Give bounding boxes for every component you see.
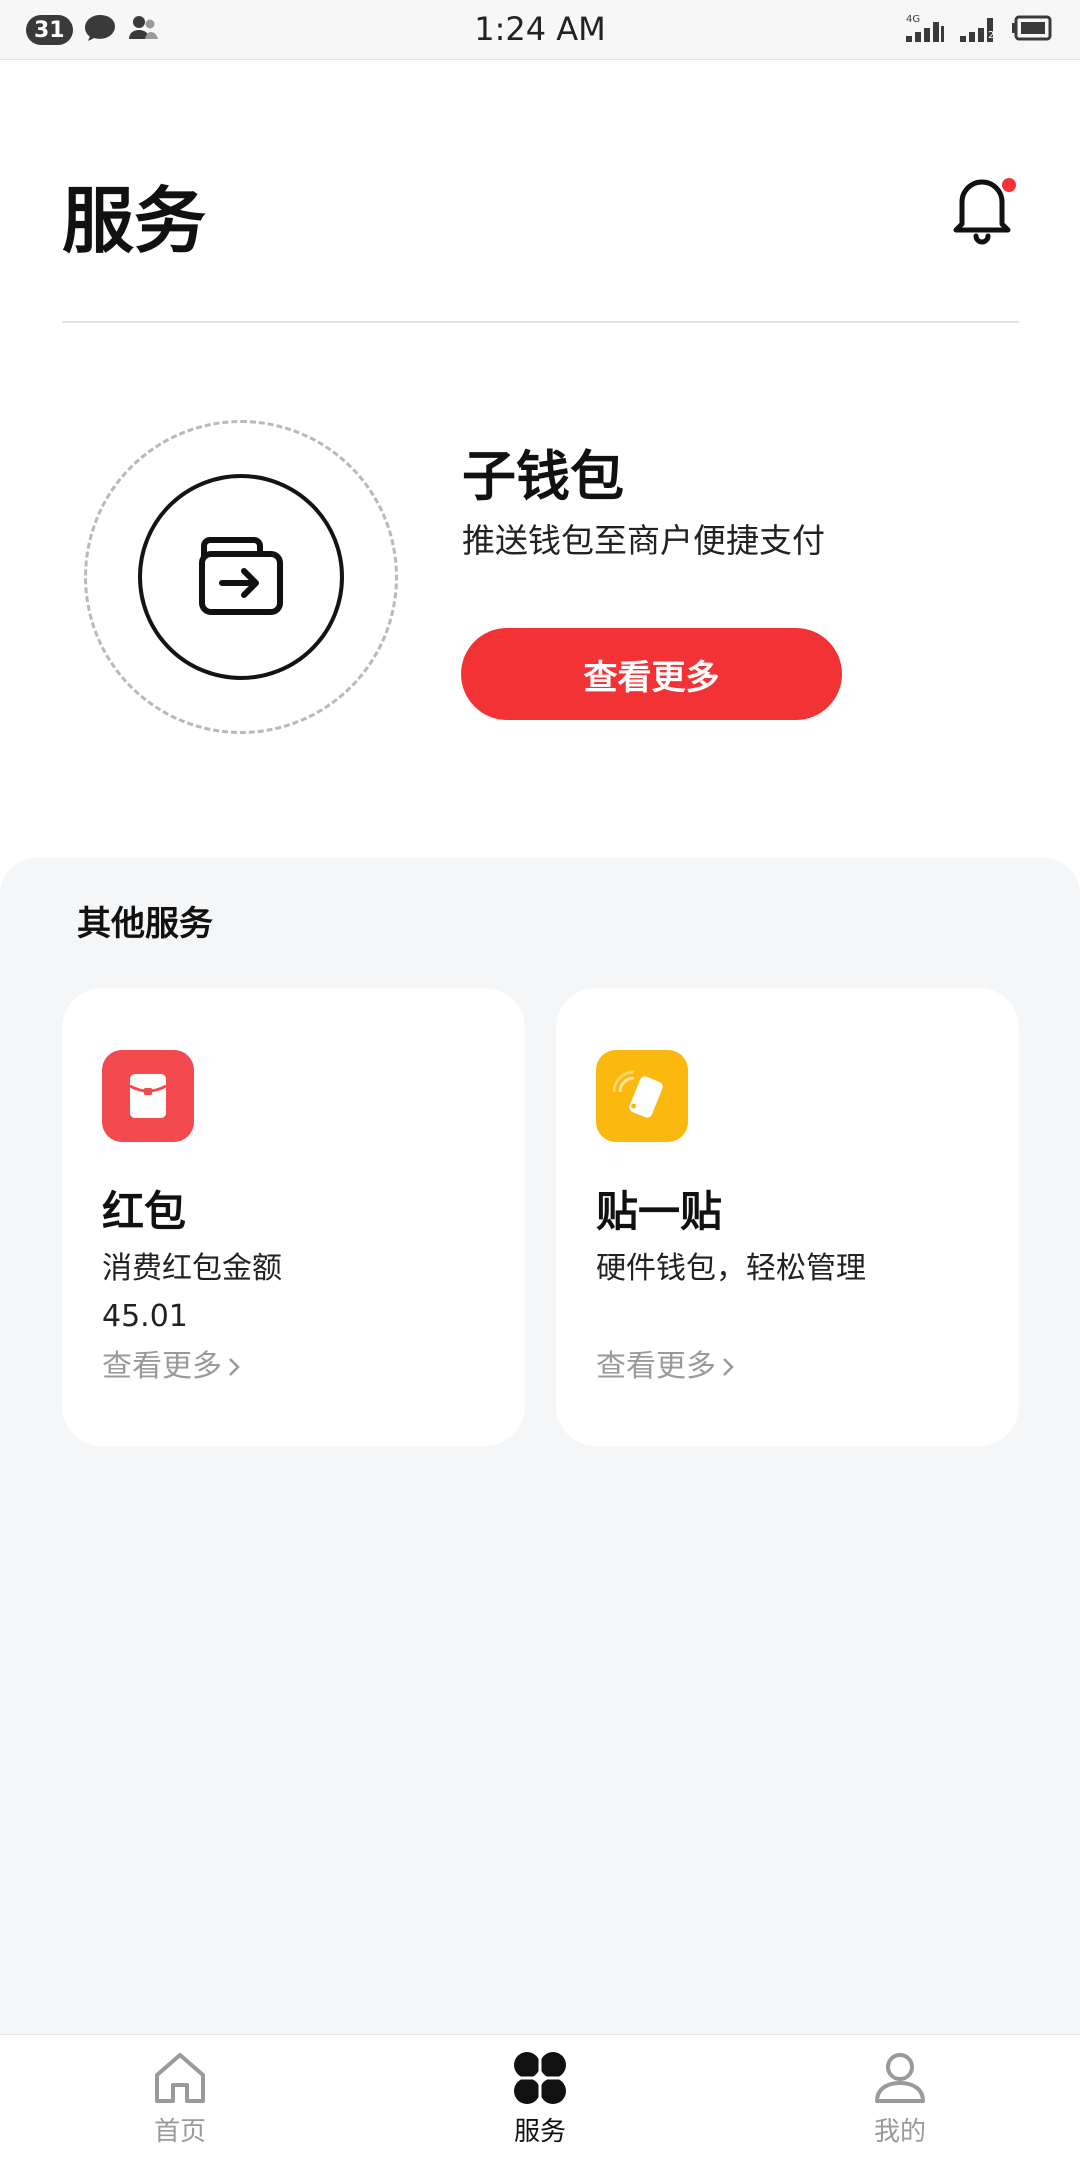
notification-bell-button[interactable] xyxy=(950,170,1016,246)
wallet-subtitle: 推送钱包至商户便捷支付 xyxy=(462,521,825,560)
tap-wallet-view-more-link[interactable]: 查看更多 xyxy=(596,1344,736,1390)
battery-icon xyxy=(1012,13,1054,47)
page-title: 服务 xyxy=(62,179,207,263)
nav-label-home: 首页 xyxy=(153,2117,206,2147)
nav-label-services: 服务 xyxy=(513,2117,566,2147)
home-icon xyxy=(155,2053,205,2103)
red-packet-title: 红包 xyxy=(102,1187,187,1236)
red-packet-view-more-label: 查看更多 xyxy=(102,1349,222,1384)
chevron-right-icon xyxy=(229,1358,240,1376)
tap-wallet-card[interactable]: 贴一贴 硬件钱包，轻松管理 查看更多 xyxy=(556,988,1019,1446)
tap-wallet-view-more-label: 查看更多 xyxy=(596,1349,716,1384)
wallet-transfer-icon xyxy=(199,537,283,615)
status-right-icons: 4G 2 xyxy=(904,14,1054,46)
red-packet-description: 消费红包金额 xyxy=(102,1251,282,1286)
chevron-right-icon xyxy=(723,1358,734,1376)
bottom-navigation: 首页 服务 我的 xyxy=(0,2034,1080,2160)
nav-item-home[interactable]: 首页 xyxy=(80,2035,280,2160)
sim-slot-label: 2 xyxy=(988,30,994,41)
nav-label-mine: 我的 xyxy=(873,2117,926,2147)
network-type-label: 4G xyxy=(906,14,920,25)
bell-icon xyxy=(953,178,1016,245)
signal-4g-icon: 4G xyxy=(904,12,946,48)
nav-item-services[interactable]: 服务 xyxy=(440,2035,640,2160)
nfc-phone-icon xyxy=(596,1050,688,1142)
signal-sim2-icon: 2 xyxy=(958,12,1000,48)
tap-wallet-description: 硬件钱包，轻松管理 xyxy=(596,1251,866,1286)
services-grid-icon xyxy=(514,2052,566,2104)
profile-icon xyxy=(875,2053,925,2103)
red-packet-card[interactable]: 红包 消费红包金额 45.01 查看更多 xyxy=(62,988,525,1446)
wallet-illustration xyxy=(138,474,344,680)
nav-item-mine[interactable]: 我的 xyxy=(800,2035,1000,2160)
red-packet-amount: 45.01 xyxy=(102,1299,188,1334)
other-services-heading: 其他服务 xyxy=(77,904,213,944)
wallet-view-more-button[interactable]: 查看更多 xyxy=(461,628,842,720)
status-bar: 31 1:24 AM 4G 2 xyxy=(0,0,1080,60)
notification-dot xyxy=(1002,178,1016,192)
wallet-title: 子钱包 xyxy=(462,445,624,508)
red-packet-view-more-link[interactable]: 查看更多 xyxy=(102,1344,242,1390)
red-packet-icon xyxy=(102,1050,194,1142)
header-divider xyxy=(62,321,1019,323)
tap-wallet-title: 贴一贴 xyxy=(596,1187,723,1236)
